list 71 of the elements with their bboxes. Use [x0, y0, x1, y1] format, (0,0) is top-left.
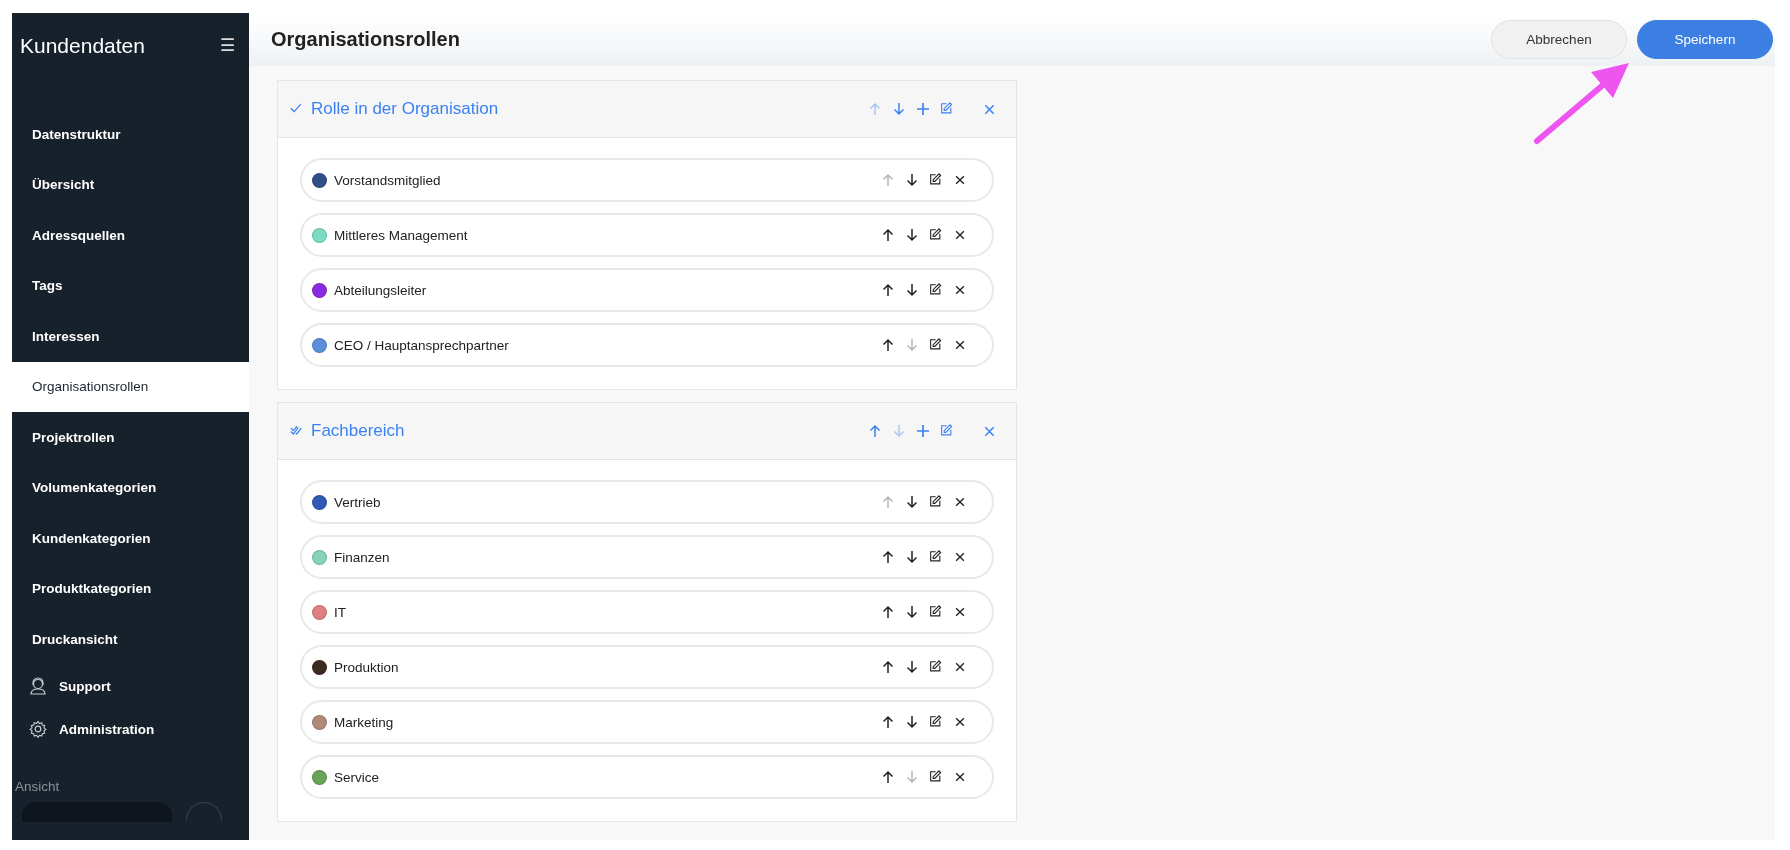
- role-item[interactable]: Marketing: [300, 700, 994, 744]
- cancel-button[interactable]: Abbrechen: [1491, 20, 1627, 59]
- close-icon[interactable]: [954, 496, 966, 508]
- sidebar-item[interactable]: Übersicht: [12, 159, 249, 210]
- close-icon[interactable]: [954, 229, 966, 241]
- close-icon[interactable]: [954, 339, 966, 351]
- sidebar-link[interactable]: Administration: [59, 721, 155, 737]
- close-icon[interactable]: [954, 551, 966, 563]
- sidebar-item[interactable]: Organisationsrollen: [12, 361, 249, 412]
- arrow-down-icon[interactable]: [905, 228, 919, 242]
- role-item[interactable]: IT: [300, 590, 994, 634]
- role-item[interactable]: Finanzen: [300, 535, 994, 579]
- role-name: IT: [334, 604, 347, 620]
- section-label: Ansicht: [15, 778, 61, 794]
- group-title[interactable]: Fachbereich: [311, 421, 868, 441]
- arrow-down-icon[interactable]: [905, 495, 919, 509]
- sidebar-item[interactable]: Adressquellen: [12, 210, 249, 261]
- add-icon[interactable]: [916, 424, 930, 438]
- sidebar-item[interactable]: Projektrollen: [12, 412, 249, 463]
- role-item[interactable]: Vorstandsmitglied: [300, 158, 994, 202]
- arrow-up-icon[interactable]: [881, 660, 895, 674]
- sidebar-item[interactable]: Volumenkategorien: [12, 462, 249, 513]
- page-title: Organisationsrollen: [271, 28, 461, 51]
- role-name: Abteilungsleiter: [334, 282, 428, 298]
- group-title[interactable]: Rolle in der Organisation: [311, 99, 868, 119]
- close-icon[interactable]: [954, 284, 966, 296]
- role-item[interactable]: Service: [300, 755, 994, 799]
- role-item[interactable]: Abteilungsleiter: [300, 268, 994, 312]
- arrow-up-icon[interactable]: [881, 283, 895, 297]
- sidebar-item[interactable]: Kundenkategorien: [12, 513, 249, 564]
- role-name: CEO / Hauptansprechpartner: [334, 337, 510, 353]
- arrow-up-icon[interactable]: [881, 228, 895, 242]
- arrow-up-icon[interactable]: [881, 770, 895, 784]
- close-icon[interactable]: [954, 174, 966, 186]
- role-name: Produktion: [334, 659, 400, 675]
- add-icon[interactable]: [916, 102, 930, 116]
- arrow-up-icon[interactable]: [881, 550, 895, 564]
- close-icon[interactable]: [954, 771, 966, 783]
- role-name: Marketing: [334, 714, 395, 730]
- arrow-down-icon[interactable]: [905, 283, 919, 297]
- arrow-down-icon[interactable]: [905, 715, 919, 729]
- arrow-down-icon[interactable]: [905, 605, 919, 619]
- close-icon[interactable]: [954, 606, 966, 618]
- close-icon[interactable]: [954, 716, 966, 728]
- arrow-down-icon[interactable]: [905, 173, 919, 187]
- arrow-down-icon[interactable]: [905, 660, 919, 674]
- menu-icon[interactable]: ☰: [220, 35, 235, 56]
- role-name: Service: [334, 769, 380, 785]
- sidebar-item[interactable]: Druckansicht: [12, 614, 249, 665]
- role-name: Mittleres Management: [334, 227, 469, 243]
- role-item[interactable]: Mittleres Management: [300, 213, 994, 257]
- arrow-up-icon[interactable]: [881, 605, 895, 619]
- role-item[interactable]: Vertrieb: [300, 480, 994, 524]
- sidebar-item[interactable]: Datenstruktur: [12, 109, 249, 160]
- settings-icon: [29, 720, 47, 738]
- role-name: Vertrieb: [334, 494, 382, 510]
- role-name: Vorstandsmitglied: [334, 172, 442, 188]
- save-button[interactable]: Speichern: [1637, 20, 1773, 59]
- sidebar-item[interactable]: Interessen: [12, 311, 249, 362]
- arrow-up-icon[interactable]: [881, 715, 895, 729]
- role-name: Finanzen: [334, 549, 391, 565]
- sidebar-item[interactable]: Produktkategorien: [12, 563, 249, 614]
- arrow-down-icon[interactable]: [905, 550, 919, 564]
- arrow-up-icon[interactable]: [881, 338, 895, 352]
- sidebar-item[interactable]: Tags: [12, 260, 249, 311]
- close-icon[interactable]: [954, 661, 966, 673]
- role-item[interactable]: CEO / Hauptansprechpartner: [300, 323, 994, 367]
- role-item[interactable]: Produktion: [300, 645, 994, 689]
- headset-icon: [29, 677, 47, 695]
- sidebar-title: Kundendaten: [20, 33, 145, 58]
- sidebar-link[interactable]: Support: [59, 678, 111, 694]
